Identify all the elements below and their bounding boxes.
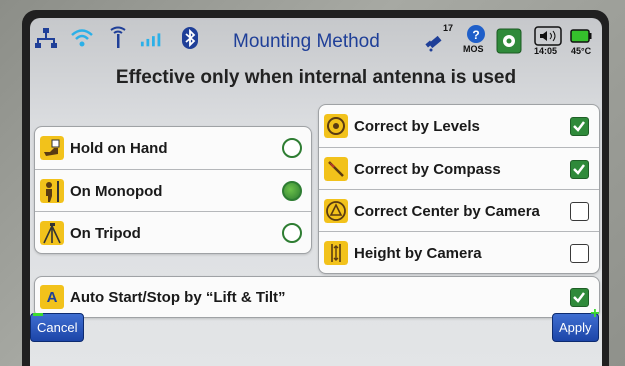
option-label: Correct by Compass bbox=[354, 160, 501, 178]
option-height-by-camera[interactable]: Height by Camera bbox=[319, 231, 599, 274]
option-label: On Tripod bbox=[70, 224, 141, 242]
wifi-icon bbox=[71, 29, 93, 47]
correction-options-box: Correct by Levels Correct by Compass Cor… bbox=[318, 104, 600, 274]
monopod-person-icon bbox=[40, 179, 64, 203]
option-label: Height by Camera bbox=[354, 244, 482, 262]
status-bar: Mounting Method 17 ? MOS 14:05 45°C bbox=[30, 18, 602, 62]
radio-antenna-icon bbox=[110, 26, 126, 48]
height-by-camera-checkbox[interactable] bbox=[570, 243, 589, 263]
satellite-count: 17 bbox=[443, 23, 454, 33]
auto-letter-icon: A bbox=[40, 285, 64, 309]
option-hold-on-hand[interactable]: Hold on Hand bbox=[35, 127, 311, 169]
battery-icon bbox=[570, 29, 592, 43]
subtitle: Effective only when internal antenna is … bbox=[115, 67, 517, 88]
mos-globe-icon: ? bbox=[467, 25, 485, 43]
svg-text:?: ? bbox=[472, 28, 479, 42]
auto-start-stop-box: A Auto Start/Stop by “Lift & Tilt” bbox=[34, 276, 600, 318]
option-label: Correct Center by Camera bbox=[354, 202, 540, 220]
option-label: Hold on Hand bbox=[70, 139, 168, 157]
on-tripod-radio[interactable] bbox=[282, 223, 302, 243]
temperature: 45°C bbox=[571, 46, 592, 56]
level-bubble-icon bbox=[324, 114, 348, 138]
hand-icon bbox=[40, 136, 64, 160]
signal-strength-icon bbox=[140, 33, 161, 47]
option-on-monopod[interactable]: On Monopod bbox=[35, 169, 311, 212]
bluetooth-icon bbox=[182, 27, 198, 49]
option-auto-start-stop[interactable]: A Auto Start/Stop by “Lift & Tilt” bbox=[35, 277, 599, 317]
camera-center-icon bbox=[324, 199, 348, 223]
mounting-options-box: Hold on Hand On Monopod On Tripod bbox=[34, 126, 312, 254]
on-monopod-radio[interactable] bbox=[282, 181, 302, 201]
tripod-icon bbox=[40, 221, 64, 245]
compass-needle-icon bbox=[324, 157, 348, 181]
hold-on-hand-radio[interactable] bbox=[282, 138, 302, 158]
option-label: Correct by Levels bbox=[354, 117, 480, 135]
correct-by-compass-checkbox[interactable] bbox=[570, 159, 589, 179]
plus-icon: + bbox=[590, 305, 600, 322]
apply-button[interactable]: Apply + bbox=[552, 306, 600, 342]
option-on-tripod[interactable]: On Tripod bbox=[35, 211, 311, 254]
cancel-button[interactable]: Cancel bbox=[30, 313, 85, 342]
network-icon bbox=[35, 28, 57, 48]
minus-icon bbox=[33, 313, 43, 316]
option-correct-center-by-camera[interactable]: Correct Center by Camera bbox=[319, 189, 599, 232]
speaker-icon[interactable] bbox=[534, 26, 562, 46]
option-correct-by-levels[interactable]: Correct by Levels bbox=[319, 105, 599, 147]
apply-label: Apply bbox=[559, 320, 592, 335]
page-title: Mounting Method bbox=[233, 31, 380, 52]
gear-settings-icon[interactable] bbox=[496, 28, 522, 54]
option-label: Auto Start/Stop by “Lift & Tilt” bbox=[70, 288, 286, 306]
main-panel: Mounting Method 17 ? MOS 14:05 45°C Effe… bbox=[30, 18, 602, 366]
correct-center-by-camera-checkbox[interactable] bbox=[570, 201, 589, 221]
auto-start-stop-checkbox[interactable] bbox=[570, 287, 589, 307]
option-correct-by-compass[interactable]: Correct by Compass bbox=[319, 147, 599, 190]
clock-time: 14:05 bbox=[534, 46, 558, 56]
mos-label: MOS bbox=[463, 44, 484, 54]
height-measure-icon bbox=[324, 241, 348, 265]
cancel-label: Cancel bbox=[37, 320, 78, 335]
option-label: On Monopod bbox=[70, 182, 163, 200]
correct-by-levels-checkbox[interactable] bbox=[570, 116, 589, 136]
